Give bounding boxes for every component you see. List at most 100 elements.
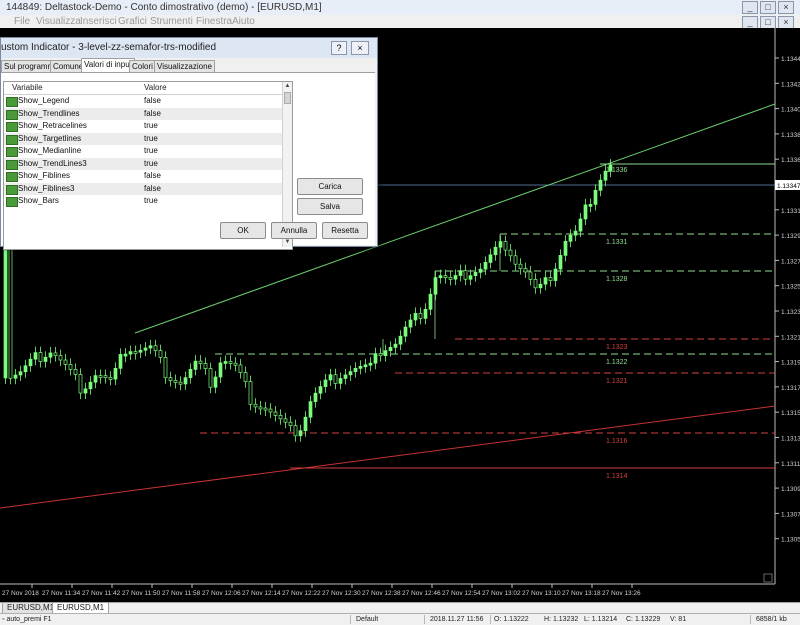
- param-value[interactable]: true: [144, 121, 158, 130]
- param-name: Show_Targetlines: [18, 133, 82, 143]
- scroll-down-icon[interactable]: ▼: [283, 238, 292, 247]
- candle-body: [518, 263, 523, 269]
- param-icon: [6, 134, 18, 145]
- param-row[interactable]: Show_Fiblines false: [4, 170, 282, 182]
- candle-body: [483, 262, 488, 270]
- candle-body: [403, 326, 408, 337]
- level-label: 1.1323: [606, 344, 628, 351]
- column-variable[interactable]: Variabile: [12, 83, 43, 92]
- candle-body: [133, 351, 138, 354]
- status-close: C: 1.13229: [626, 616, 661, 623]
- candle-body: [13, 374, 18, 379]
- help-icon: ▫: [2, 616, 5, 623]
- param-name: Show_Legend: [18, 96, 70, 105]
- dialog-title: ustom Indicator - 3-level-zz-semafor-trs…: [1, 42, 217, 53]
- menu-file[interactable]: File: [14, 16, 30, 27]
- help-button[interactable]: ?: [331, 41, 347, 55]
- current-price-label: 1.13347: [777, 183, 800, 190]
- candle-body: [273, 411, 278, 416]
- price-label: 1.13215: [781, 334, 800, 341]
- candle-body: [38, 352, 43, 362]
- resetta-button[interactable]: Resetta: [322, 222, 368, 239]
- dialog-close-button[interactable]: ×: [351, 41, 369, 55]
- candle-body: [293, 425, 298, 437]
- annulla-button[interactable]: Annulla: [271, 222, 317, 239]
- candle-body: [213, 376, 218, 388]
- candle-body: [93, 375, 98, 383]
- candle-body: [473, 272, 478, 277]
- param-icon: [6, 147, 18, 157]
- candle-body: [443, 275, 448, 279]
- param-row[interactable]: Show_Legend false: [4, 95, 282, 107]
- menu-strumenti[interactable]: Strumenti: [150, 16, 193, 27]
- menu-aiuto[interactable]: Aiuto: [232, 16, 255, 27]
- price-label: 1.13055: [781, 537, 800, 544]
- param-value[interactable]: false: [144, 96, 161, 105]
- param-row[interactable]: Show_Fiblines3 false: [4, 182, 282, 195]
- param-value[interactable]: true: [144, 134, 158, 143]
- candle-body: [53, 352, 58, 356]
- time-label: 27 Nov 13:18: [562, 590, 601, 597]
- price-label: 1.13095: [781, 486, 800, 493]
- salva-button[interactable]: Salva: [297, 198, 363, 215]
- param-value[interactable]: false: [144, 109, 161, 118]
- time-label: 27 Nov 12:30: [322, 590, 361, 597]
- scroll-up-icon[interactable]: ▲: [283, 82, 292, 91]
- status-open: O: 1.13222: [494, 616, 529, 623]
- candle-body: [428, 293, 433, 310]
- candle-body: [568, 234, 573, 242]
- param-row[interactable]: Show_Medianline true: [4, 145, 282, 157]
- candle-body: [603, 170, 608, 181]
- candle-body: [288, 421, 293, 426]
- red-trendline: [0, 405, 776, 509]
- ok-button[interactable]: OK: [220, 222, 266, 239]
- candle-body: [143, 347, 148, 351]
- menu-grafici[interactable]: Grafici: [118, 16, 147, 27]
- list-header: Variabile Valore: [4, 82, 282, 95]
- close-button[interactable]: ×: [778, 1, 794, 14]
- param-row[interactable]: Show_Trendlines false: [4, 107, 282, 120]
- param-name: Show_Medianline: [18, 146, 82, 155]
- candle-body: [498, 241, 503, 248]
- scroll-thumb[interactable]: [284, 92, 291, 104]
- param-row[interactable]: Show_Retracelines true: [4, 120, 282, 132]
- price-label: 1.13420: [781, 81, 800, 88]
- candle-body: [513, 255, 518, 265]
- candle-body: [333, 374, 338, 384]
- menu-inserisci[interactable]: Inserisci: [80, 16, 117, 27]
- menu-finestra[interactable]: Finestra: [196, 16, 232, 27]
- menu-visualizza[interactable]: Visualizza: [36, 16, 81, 27]
- candle-body: [303, 416, 308, 432]
- candle-body: [533, 279, 538, 289]
- candle-body: [423, 308, 428, 319]
- time-label: 27 Nov 13:26: [602, 590, 641, 597]
- param-row[interactable]: Show_Targetlines true: [4, 132, 282, 145]
- candle-body: [18, 371, 23, 376]
- candle-body: [113, 367, 118, 380]
- param-icon: [6, 122, 18, 132]
- param-row[interactable]: Show_TrendLines3 true: [4, 157, 282, 170]
- candle-body: [98, 375, 103, 378]
- candle-body: [163, 357, 168, 379]
- minimize-button[interactable]: _: [742, 1, 758, 14]
- candle-body: [128, 351, 133, 355]
- column-value[interactable]: Valore: [144, 83, 167, 92]
- param-name: Show_TrendLines3: [18, 158, 87, 168]
- param-value[interactable]: true: [144, 159, 158, 168]
- candle-body: [238, 364, 243, 373]
- carica-button[interactable]: Carica: [297, 178, 363, 195]
- param-row[interactable]: Show_Bars true: [4, 195, 282, 207]
- candle-body: [223, 361, 228, 364]
- param-value[interactable]: false: [144, 171, 161, 180]
- time-label: 27 Nov 13:02: [482, 590, 521, 597]
- time-label: 27 Nov 12:54: [442, 590, 481, 597]
- maximize-button[interactable]: □: [760, 1, 776, 14]
- param-value[interactable]: false: [144, 184, 161, 193]
- candle-body: [153, 345, 158, 352]
- candle-body: [398, 335, 403, 345]
- param-value[interactable]: true: [144, 146, 158, 155]
- param-value[interactable]: true: [144, 196, 158, 205]
- level-label: 1.1322: [606, 359, 628, 366]
- time-label: 27 Nov 2018: [2, 590, 39, 597]
- candle-body: [433, 277, 438, 295]
